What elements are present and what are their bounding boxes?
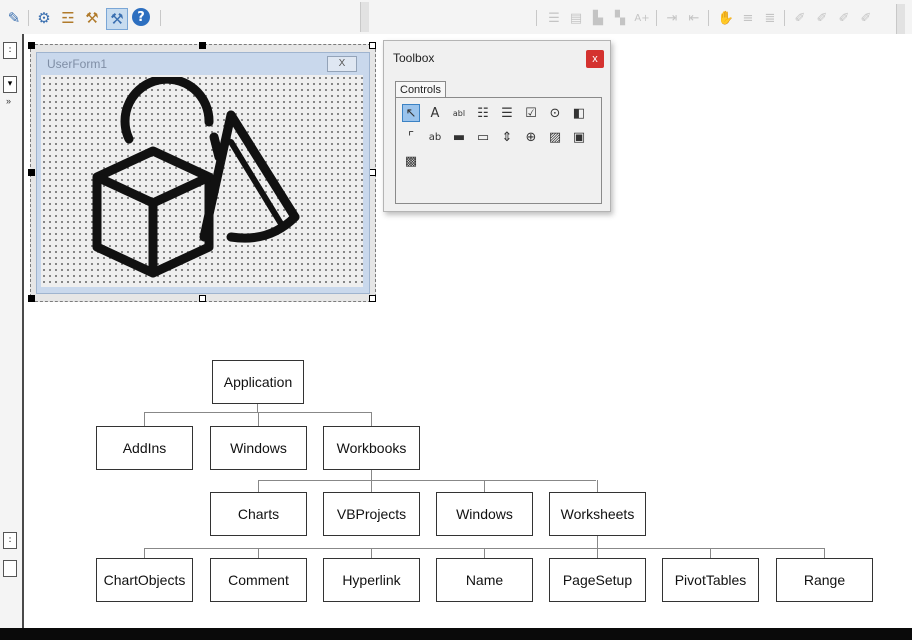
connector-line <box>371 470 372 480</box>
node-pagesetup: PageSetup <box>549 558 646 602</box>
node-l2-vbprojects: VBProjects <box>323 492 420 536</box>
object-hierarchy-diagram: Application AddIns Windows Workbooks Charts V… <box>0 0 912 628</box>
connector-line <box>258 548 259 558</box>
node-windows: Windows <box>210 426 307 470</box>
node-workbooks: Workbooks <box>323 426 420 470</box>
connector-line <box>371 548 372 558</box>
connector-line <box>371 412 372 426</box>
node-l2-charts: Charts <box>210 492 307 536</box>
node-l2-windows: Windows <box>436 492 533 536</box>
connector-line <box>597 548 598 558</box>
connector-line <box>258 480 596 481</box>
node-pivottables: PivotTables <box>662 558 759 602</box>
connector-line <box>258 412 259 426</box>
node-hyperlink: Hyperlink <box>323 558 420 602</box>
node-comment: Comment <box>210 558 307 602</box>
connector-line <box>144 412 145 426</box>
node-range: Range <box>776 558 873 602</box>
node-application: Application <box>212 360 304 404</box>
connector-line <box>597 480 598 492</box>
node-chartobjects: ChartObjects <box>96 558 193 602</box>
connector-line <box>258 480 259 492</box>
connector-line <box>597 536 598 548</box>
connector-line <box>484 548 485 558</box>
connector-line <box>371 480 372 492</box>
connector-line <box>144 548 145 558</box>
connector-line <box>710 548 711 558</box>
node-name: Name <box>436 558 533 602</box>
connector-line <box>484 480 485 492</box>
bottom-bar <box>0 628 912 640</box>
node-l2-worksheets: Worksheets <box>549 492 646 536</box>
node-addins: AddIns <box>96 426 193 470</box>
connector-line <box>257 404 258 412</box>
connector-line <box>824 548 825 558</box>
